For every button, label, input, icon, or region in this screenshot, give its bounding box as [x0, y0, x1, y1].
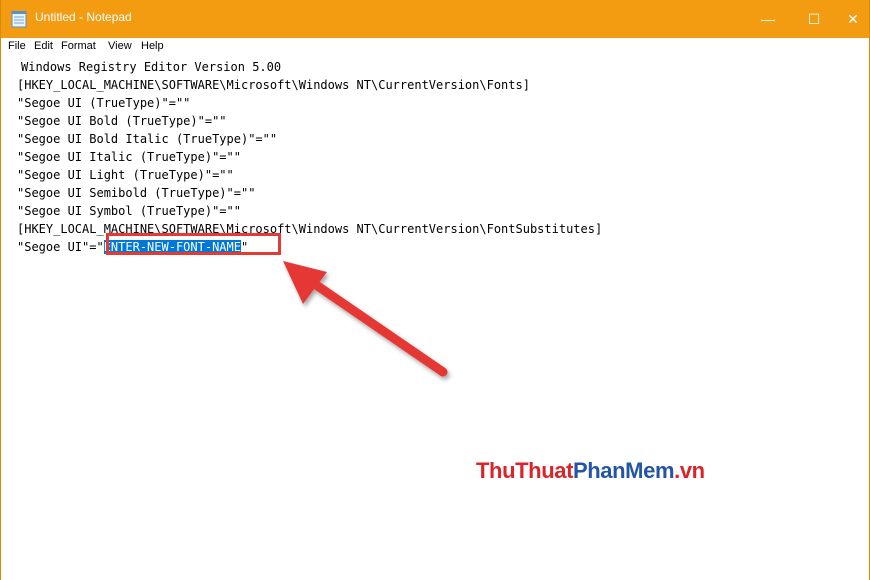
watermark-part3: .vn — [674, 458, 705, 483]
title-bar[interactable]: Untitled - Notepad — ☐ ✕ — [1, 0, 869, 38]
watermark: ThuThuatPhanMem.vn — [476, 458, 705, 484]
text-line: "Segoe UI Bold (TrueType)"="" — [17, 114, 227, 128]
line-prefix: "Segoe UI"=" — [17, 240, 104, 254]
menu-view[interactable]: View — [108, 40, 132, 52]
minimize-button[interactable]: — — [745, 0, 791, 38]
close-icon: ✕ — [847, 10, 859, 27]
text-line: "Segoe UI Light (TrueType)"="" — [17, 168, 234, 182]
highlight-box — [106, 233, 281, 255]
menu-format[interactable]: Format — [61, 40, 96, 52]
notepad-window: Untitled - Notepad — ☐ ✕ File Edit Forma… — [0, 0, 870, 580]
notepad-icon — [11, 11, 27, 28]
text-line: "Segoe UI (TrueType)"="" — [17, 96, 191, 110]
maximize-button[interactable]: ☐ — [791, 0, 837, 38]
close-button[interactable]: ✕ — [837, 0, 869, 38]
text-line: [HKEY_LOCAL_MACHINE\SOFTWARE\Microsoft\W… — [17, 222, 603, 236]
menu-edit[interactable]: Edit — [34, 40, 53, 52]
text-line: Windows Registry Editor Version 5.00 — [21, 60, 282, 74]
text-line: "Segoe UI Italic (TrueType)"="" — [17, 150, 241, 164]
minimize-icon: — — [761, 11, 775, 27]
text-line: "Segoe UI Semibold (TrueType)"="" — [17, 186, 256, 200]
maximize-icon: ☐ — [807, 10, 821, 27]
menu-file[interactable]: File — [8, 40, 26, 52]
text-line: [HKEY_LOCAL_MACHINE\SOFTWARE\Microsoft\W… — [17, 78, 530, 92]
text-line: "Segoe UI Bold Italic (TrueType)"="" — [17, 132, 278, 146]
text-line: "Segoe UI Symbol (TrueType)"="" — [17, 204, 241, 218]
window-title: Untitled - Notepad — [35, 10, 132, 24]
menu-bar: File Edit Format View Help — [1, 38, 869, 56]
watermark-part1: ThuThuat — [476, 458, 573, 483]
watermark-part2: PhanMem — [573, 458, 675, 483]
menu-help[interactable]: Help — [141, 40, 164, 52]
text-editor[interactable]: Windows Registry Editor Version 5.00 [HK… — [1, 56, 869, 580]
